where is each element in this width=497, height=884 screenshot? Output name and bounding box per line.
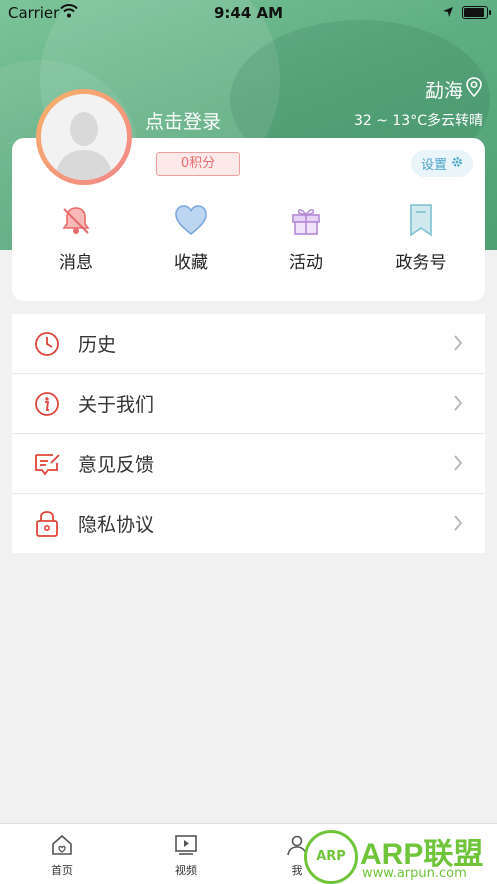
city-selector[interactable]: 勐海	[425, 76, 483, 103]
clock-icon	[22, 314, 72, 373]
watermark: ARP ARP联盟 www.arpun.com	[300, 828, 495, 884]
video-icon	[156, 834, 216, 860]
settings-button[interactable]: 设置	[410, 150, 473, 177]
menu-item-about[interactable]: 关于我们	[12, 374, 485, 434]
location-arrow-icon	[442, 4, 454, 22]
chevron-right-icon	[453, 514, 463, 536]
login-link[interactable]: 点击登录	[145, 107, 221, 134]
chevron-right-icon	[453, 454, 463, 476]
feedback-icon	[22, 434, 72, 493]
lock-icon	[22, 494, 72, 553]
gift-icon	[246, 198, 366, 242]
menu-item-privacy[interactable]: 隐私协议	[12, 494, 485, 553]
quick-action-messages[interactable]: 消息	[16, 198, 136, 273]
menu-item-label: 关于我们	[78, 394, 155, 416]
chevron-right-icon	[453, 334, 463, 356]
tab-home[interactable]: 首页	[32, 834, 92, 878]
tab-label: 首页	[51, 864, 73, 877]
points-badge[interactable]: 0积分	[156, 152, 240, 176]
tab-video[interactable]: 视频	[156, 834, 216, 878]
default-avatar-icon	[41, 94, 127, 180]
location-pin-icon	[465, 76, 483, 103]
tab-label: 视频	[175, 864, 197, 877]
info-icon	[22, 374, 72, 433]
menu-item-label: 历史	[78, 334, 117, 356]
settings-label: 设置	[420, 158, 447, 173]
gear-icon	[451, 156, 463, 172]
quick-action-events[interactable]: 活动	[246, 198, 366, 273]
home-icon	[32, 834, 92, 860]
quick-action-label: 收藏	[174, 253, 208, 273]
menu-item-label: 隐私协议	[78, 514, 155, 536]
bell-off-icon	[16, 198, 136, 242]
weather-text: 32 ~ 13°C多云转晴	[353, 113, 483, 129]
chevron-right-icon	[453, 394, 463, 416]
quick-action-label: 消息	[59, 253, 93, 273]
heart-icon	[131, 198, 251, 242]
battery-icon	[462, 6, 491, 19]
settings-menu-list: 历史 关于我们 意见反馈 隐私协议	[12, 314, 485, 553]
watermark-logo: ARP	[304, 830, 358, 884]
avatar[interactable]	[36, 89, 132, 185]
bookmark-icon	[361, 198, 481, 242]
quick-action-label: 政务号	[395, 253, 447, 273]
status-bar: Carrier 9:44 AM	[0, 0, 497, 26]
menu-item-label: 意见反馈	[78, 454, 155, 476]
watermark-url: www.arpun.com	[362, 866, 467, 881]
city-name: 勐海	[424, 80, 463, 102]
clock-time: 9:44 AM	[213, 4, 284, 22]
quick-action-label: 活动	[289, 253, 323, 273]
quick-action-gov-accounts[interactable]: 政务号	[361, 198, 481, 273]
menu-item-feedback[interactable]: 意见反馈	[12, 434, 485, 494]
quick-action-favorites[interactable]: 收藏	[131, 198, 251, 273]
menu-item-history[interactable]: 历史	[12, 314, 485, 374]
